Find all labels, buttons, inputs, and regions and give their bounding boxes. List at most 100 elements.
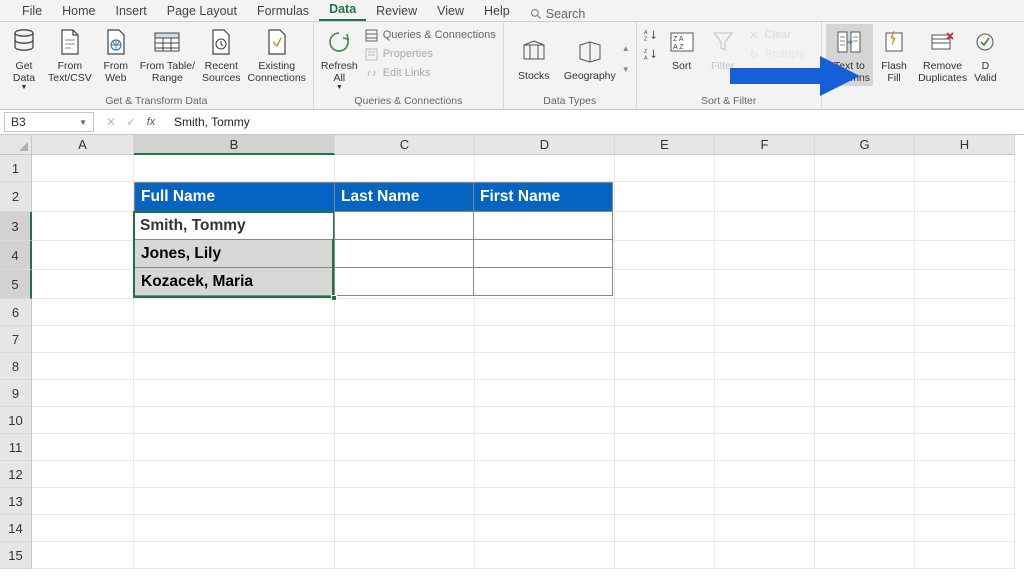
cell-A5[interactable] — [32, 270, 134, 299]
cell-C11[interactable] — [335, 434, 475, 461]
cell-B1[interactable] — [134, 155, 335, 182]
cell-A9[interactable] — [32, 380, 134, 407]
queries-connections-button[interactable]: Queries & Connections — [362, 27, 499, 43]
cell-A1[interactable] — [32, 155, 134, 182]
tab-page-layout[interactable]: Page Layout — [157, 1, 247, 21]
table-cell[interactable] — [334, 239, 474, 268]
cell-G11[interactable] — [815, 434, 915, 461]
cell-D9[interactable] — [475, 380, 615, 407]
row-header-1[interactable]: 1 — [0, 155, 32, 182]
table-cell[interactable] — [473, 239, 613, 268]
insert-function-button[interactable]: fx — [142, 116, 160, 128]
table-cell[interactable] — [473, 211, 613, 240]
cell-A15[interactable] — [32, 542, 134, 569]
cell-H3[interactable] — [915, 212, 1015, 241]
cell-H12[interactable] — [915, 461, 1015, 488]
cell-H1[interactable] — [915, 155, 1015, 182]
cell-F4[interactable] — [715, 241, 815, 270]
cell-D10[interactable] — [475, 407, 615, 434]
geography-button[interactable]: Geography — [561, 34, 619, 84]
cell-B13[interactable] — [134, 488, 335, 515]
tab-home[interactable]: Home — [52, 1, 105, 21]
cell-E7[interactable] — [615, 326, 715, 353]
cell-A11[interactable] — [32, 434, 134, 461]
name-box[interactable]: B3 ▼ — [4, 112, 94, 132]
cell-G3[interactable] — [815, 212, 915, 241]
cell-B9[interactable] — [134, 380, 335, 407]
table-header[interactable]: Last Name — [334, 182, 474, 212]
data-validation-button[interactable]: D Valid — [971, 24, 1000, 86]
clear-filter-button[interactable]: ✕Clear — [744, 27, 817, 43]
cell-H2[interactable] — [915, 182, 1015, 212]
cell-E3[interactable] — [615, 212, 715, 241]
cell-G13[interactable] — [815, 488, 915, 515]
table-cell[interactable]: Jones, Lily — [134, 239, 335, 268]
cell-A7[interactable] — [32, 326, 134, 353]
cell-F12[interactable] — [715, 461, 815, 488]
cell-E6[interactable] — [615, 299, 715, 326]
cell-F15[interactable] — [715, 542, 815, 569]
cell-H7[interactable] — [915, 326, 1015, 353]
cell-H4[interactable] — [915, 241, 1015, 270]
cell-C13[interactable] — [335, 488, 475, 515]
cell-A3[interactable] — [32, 212, 134, 241]
cell-B10[interactable] — [134, 407, 335, 434]
sort-za-button[interactable]: ZA — [641, 46, 661, 62]
cell-G8[interactable] — [815, 353, 915, 380]
column-header-g[interactable]: G — [815, 135, 915, 155]
cell-A2[interactable] — [32, 182, 134, 212]
enter-formula-button[interactable]: ✓ — [122, 115, 140, 129]
select-all-corner[interactable] — [0, 135, 32, 155]
cell-D11[interactable] — [475, 434, 615, 461]
row-header-10[interactable]: 10 — [0, 407, 32, 434]
cell-G6[interactable] — [815, 299, 915, 326]
cell-F3[interactable] — [715, 212, 815, 241]
cell-D14[interactable] — [475, 515, 615, 542]
cell-F5[interactable] — [715, 270, 815, 299]
cell-D12[interactable] — [475, 461, 615, 488]
cell-G15[interactable] — [815, 542, 915, 569]
cell-G14[interactable] — [815, 515, 915, 542]
cell-E13[interactable] — [615, 488, 715, 515]
cell-C10[interactable] — [335, 407, 475, 434]
row-header-7[interactable]: 7 — [0, 326, 32, 353]
cell-A14[interactable] — [32, 515, 134, 542]
row-header-11[interactable]: 11 — [0, 434, 32, 461]
cell-E14[interactable] — [615, 515, 715, 542]
advanced-button[interactable]: Advanced — [744, 65, 817, 81]
cell-F11[interactable] — [715, 434, 815, 461]
cell-E11[interactable] — [615, 434, 715, 461]
flash-fill-button[interactable]: Flash Fill — [874, 24, 914, 86]
cell-C9[interactable] — [335, 380, 475, 407]
remove-duplicates-button[interactable]: Remove Duplicates — [915, 24, 970, 86]
cell-C14[interactable] — [335, 515, 475, 542]
table-cell[interactable] — [473, 267, 613, 296]
cell-A6[interactable] — [32, 299, 134, 326]
column-header-f[interactable]: F — [715, 135, 815, 155]
tab-formulas[interactable]: Formulas — [247, 1, 319, 21]
cell-E2[interactable] — [615, 182, 715, 212]
cell-H11[interactable] — [915, 434, 1015, 461]
cell-G1[interactable] — [815, 155, 915, 182]
cell-F13[interactable] — [715, 488, 815, 515]
cell-B11[interactable] — [134, 434, 335, 461]
cell-A13[interactable] — [32, 488, 134, 515]
refresh-all-button[interactable]: Refresh All ▼ — [318, 24, 361, 94]
spreadsheet-grid[interactable]: ABCDEFGH 123456789101112131415 Full Name… — [0, 135, 1024, 576]
cell-C7[interactable] — [335, 326, 475, 353]
cell-F10[interactable] — [715, 407, 815, 434]
cell-D13[interactable] — [475, 488, 615, 515]
row-header-8[interactable]: 8 — [0, 353, 32, 380]
chevron-down-icon[interactable]: ▼ — [622, 65, 630, 74]
cell-F9[interactable] — [715, 380, 815, 407]
cell-B8[interactable] — [134, 353, 335, 380]
cell-A8[interactable] — [32, 353, 134, 380]
cell-D7[interactable] — [475, 326, 615, 353]
column-header-d[interactable]: D — [475, 135, 615, 155]
row-header-4[interactable]: 4 — [0, 241, 32, 270]
tab-help[interactable]: Help — [474, 1, 520, 21]
cell-B14[interactable] — [134, 515, 335, 542]
table-header[interactable]: Full Name — [134, 182, 335, 212]
text-to-columns-button[interactable]: Text to Columns — [826, 24, 873, 86]
cell-F8[interactable] — [715, 353, 815, 380]
